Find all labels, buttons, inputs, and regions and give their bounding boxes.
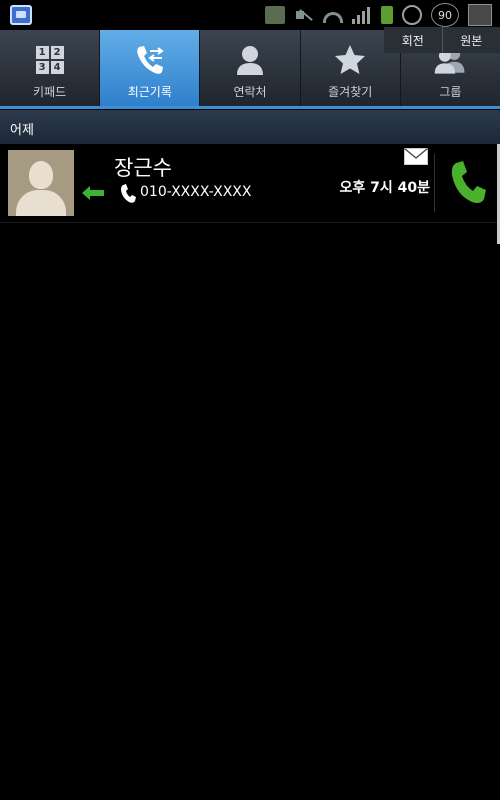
tab-label: 연락처 — [233, 84, 267, 99]
tab-label: 즐겨찾기 — [328, 84, 373, 99]
date-section-header: 어제 — [0, 110, 500, 144]
rotate-button[interactable]: 회전 — [384, 27, 442, 53]
tab-keypad[interactable]: 1 2 3 4 키패드 — [0, 30, 101, 106]
incoming-arrow-icon — [82, 185, 104, 204]
original-button[interactable]: 원본 — [441, 27, 500, 53]
image-icon — [265, 6, 285, 24]
battery-icon — [381, 6, 393, 24]
wifi-icon — [323, 11, 343, 23]
tab-recent-calls[interactable]: 최근기록 — [100, 30, 201, 106]
contact-icon — [233, 43, 267, 77]
mute-icon — [294, 6, 314, 24]
recent-calls-icon — [133, 43, 167, 77]
tab-label: 키패드 — [33, 84, 67, 99]
alarm-icon — [402, 5, 422, 25]
screenshot-icon — [468, 4, 492, 26]
call-time: 오후 7시 40분 — [339, 180, 431, 196]
avatar[interactable] — [8, 150, 74, 216]
status-bar: 90 — [0, 0, 500, 30]
phone-icon — [120, 184, 136, 208]
star-icon — [333, 43, 367, 77]
rotation-controls: 회전 원본 — [384, 27, 500, 53]
message-icon[interactable] — [404, 147, 428, 169]
call-icon — [451, 161, 486, 203]
keypad-icon: 1 2 3 4 — [33, 43, 67, 77]
app-notification-icon — [10, 5, 32, 25]
tab-contacts[interactable]: 연락처 — [200, 30, 301, 106]
status-icons: 90 — [265, 3, 492, 27]
tab-label: 최근기록 — [127, 84, 172, 99]
tab-label: 그룹 — [439, 84, 462, 99]
contact-name: 장근수 — [114, 156, 172, 180]
divider — [434, 154, 435, 212]
section-label: 어제 — [10, 123, 34, 138]
call-button[interactable] — [440, 148, 496, 218]
battery-percent: 90 — [431, 3, 459, 27]
contact-number: 010-XXXX-XXXX — [140, 184, 252, 200]
signal-icon — [352, 6, 372, 24]
